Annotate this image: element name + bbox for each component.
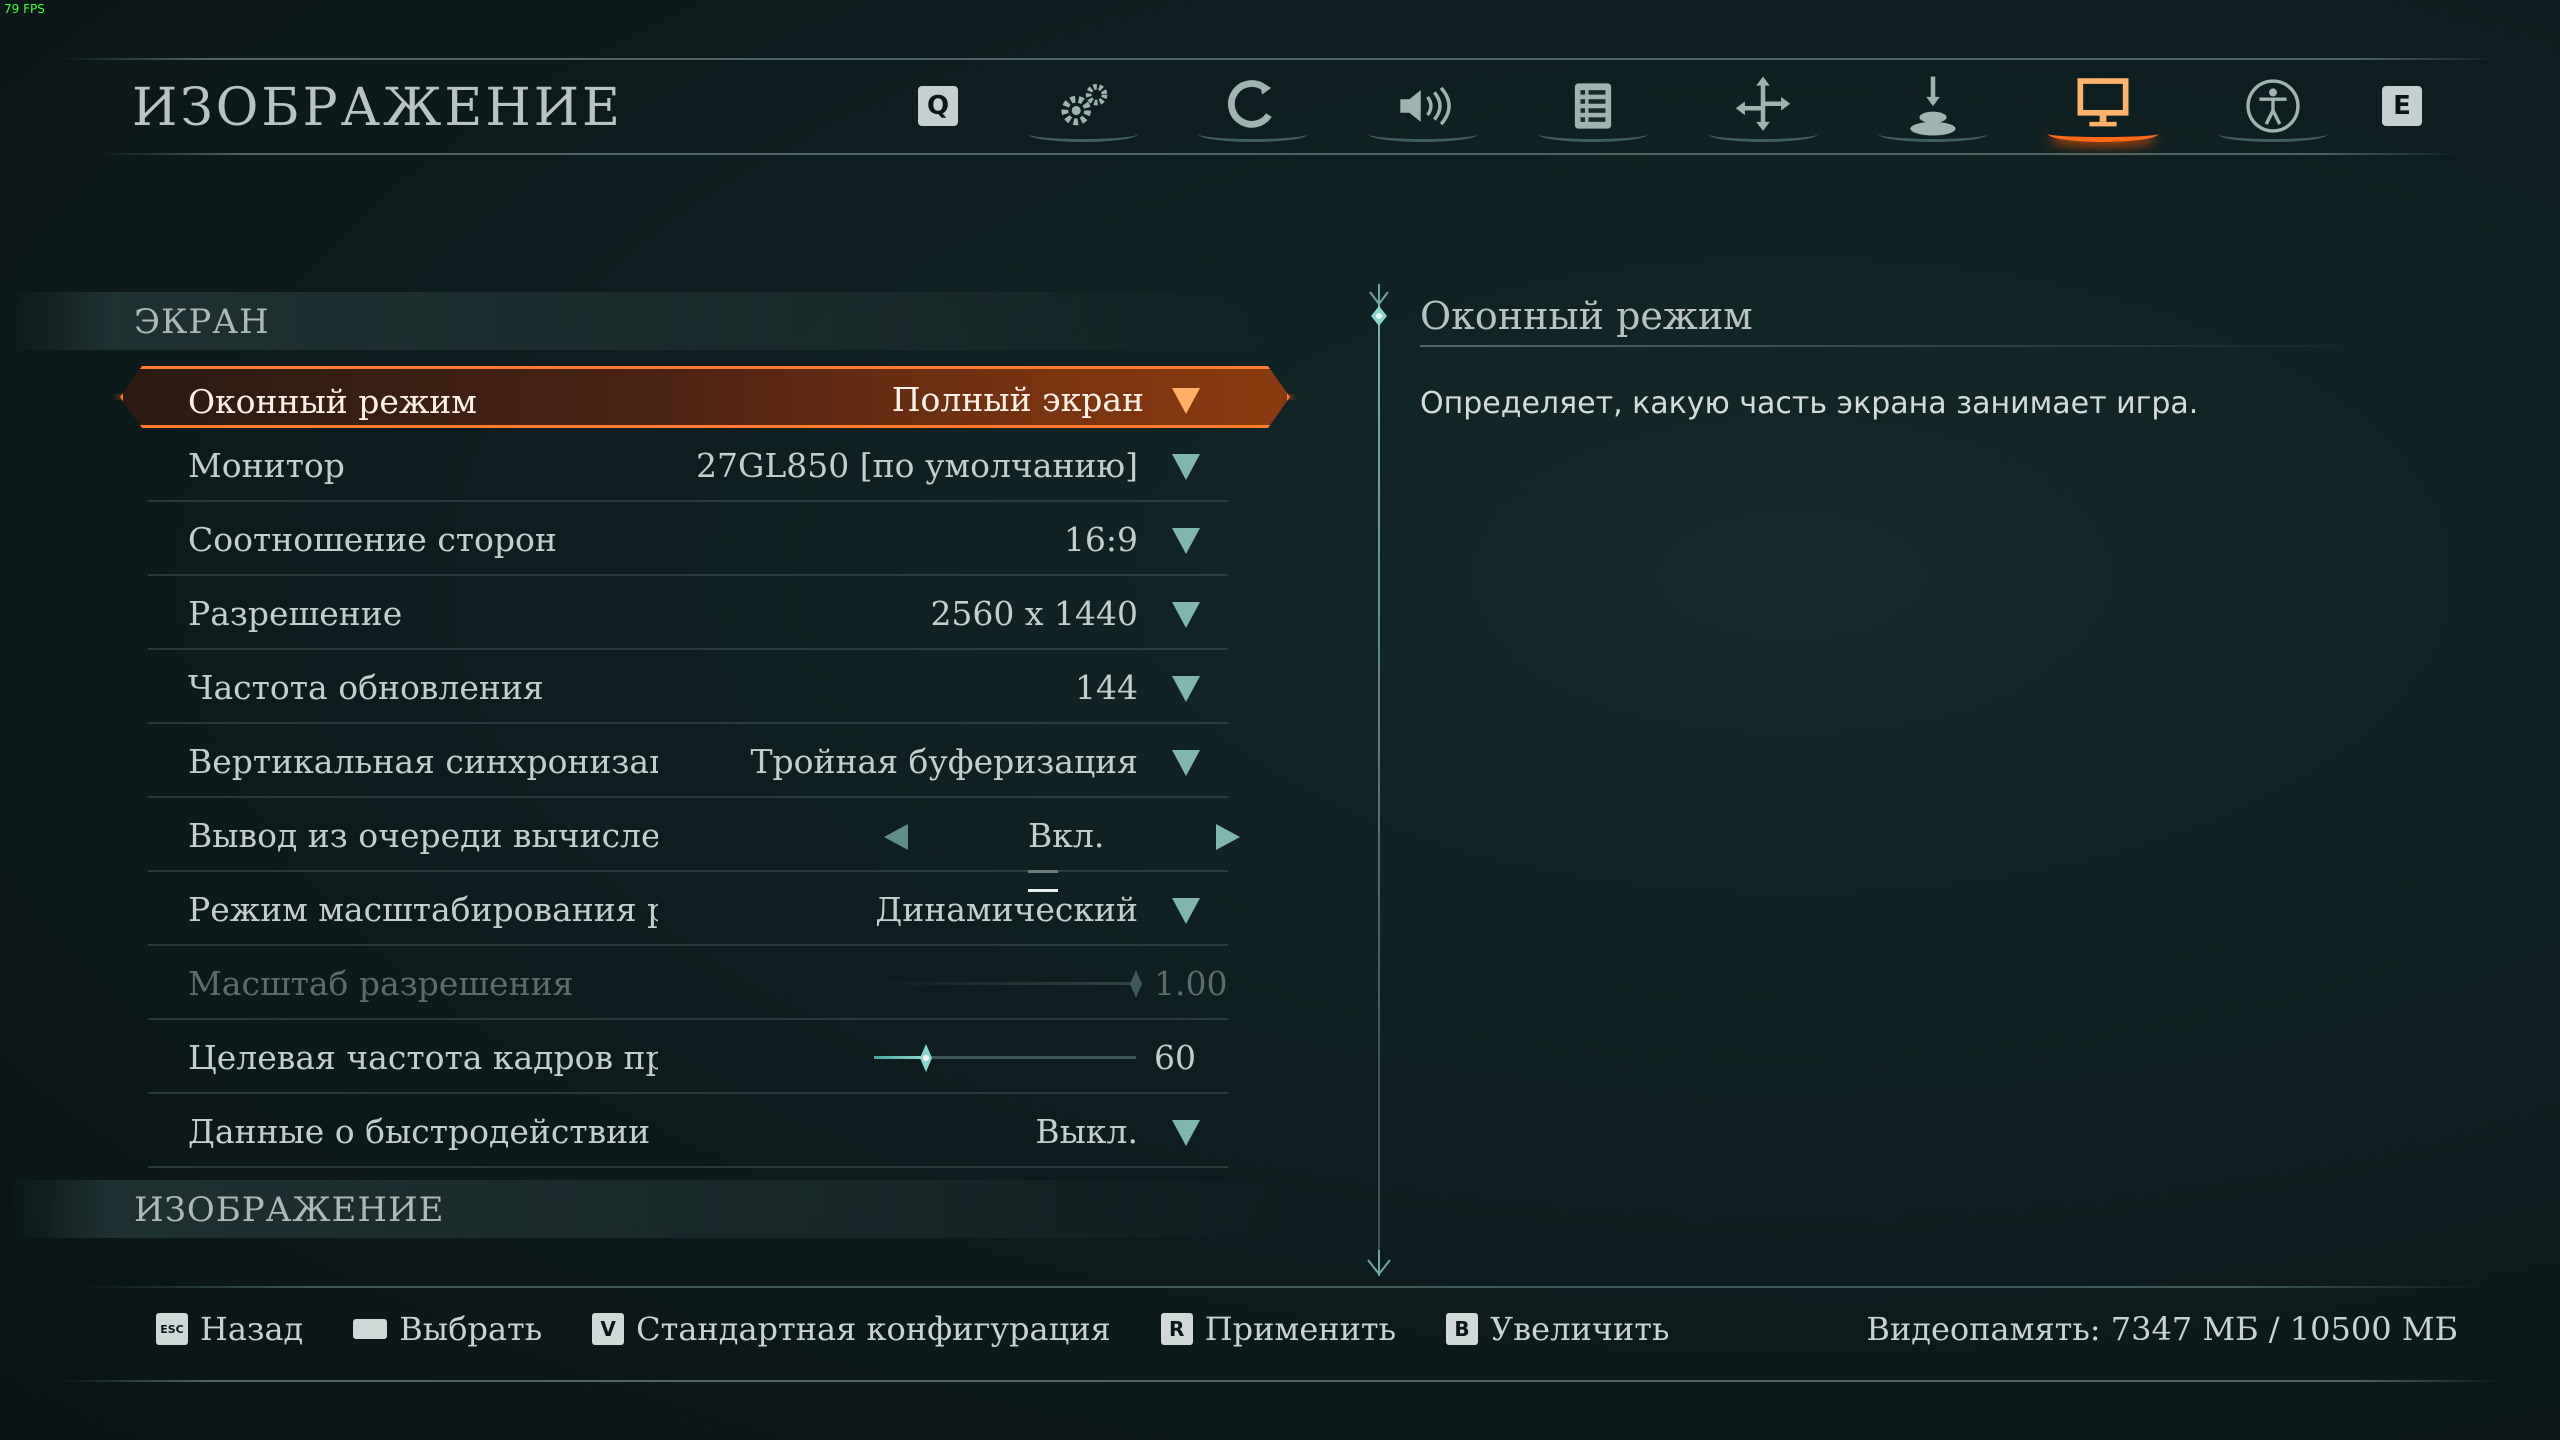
- space-key-icon: [353, 1319, 388, 1339]
- setting-label: Вывод из очереди вычислени: [188, 816, 658, 855]
- setting-row-aspect-ratio[interactable]: Соотношение сторон 16:9: [148, 504, 1228, 576]
- tab-gameplay[interactable]: [998, 66, 1168, 146]
- setting-label: Режим масштабирования разр: [188, 890, 658, 929]
- detail-title-underline: [1420, 345, 2380, 347]
- divider-ornament-icon: [1367, 1250, 1391, 1276]
- setting-label: Частота обновления: [188, 668, 544, 707]
- tab-accessibility[interactable]: [2188, 66, 2358, 146]
- detail-description: Определяет, какую часть экрана занимает …: [1420, 386, 2199, 421]
- slider-knob: [1130, 970, 1142, 998]
- section-header-image: ИЗОБРАЖЕНИЕ: [10, 1180, 1280, 1238]
- prev-tab-key[interactable]: Q: [918, 86, 958, 126]
- setting-value: Динамический: [875, 890, 1138, 929]
- dropdown-arrow-icon[interactable]: [1168, 892, 1204, 928]
- tab-input[interactable]: [1848, 66, 2018, 146]
- setting-row-vsync[interactable]: Вертикальная синхронизация Тройная буфер…: [148, 726, 1228, 798]
- tab-camera[interactable]: [1678, 66, 1848, 146]
- setting-row-window-mode[interactable]: Оконный режим Полный экран: [148, 366, 1228, 426]
- footer-hints: ESC Назад Выбрать V Стандартная конфигур…: [156, 1310, 1719, 1348]
- setting-label: Масштаб разрешения: [188, 964, 574, 1003]
- setting-value: 27GL850 [по умолчанию]: [696, 446, 1138, 485]
- apply-button[interactable]: R Применить: [1160, 1310, 1396, 1348]
- slider-value: 1.00: [1154, 964, 1228, 1003]
- dropdown-arrow-icon[interactable]: [1168, 1114, 1204, 1150]
- slider-knob[interactable]: [912, 1044, 940, 1072]
- setting-value: 2560 x 1440: [930, 594, 1138, 633]
- setting-label: Данные о быстродействии: [188, 1112, 651, 1151]
- dropdown-arrow-icon[interactable]: [1168, 744, 1204, 780]
- setting-row-target-framerate[interactable]: Целевая частота кадров при 60: [148, 1022, 1228, 1094]
- dropdown-arrow-icon[interactable]: [1168, 596, 1204, 632]
- setting-row-resolution-scale: Масштаб разрешения 1.00: [148, 948, 1228, 1020]
- back-button[interactable]: ESC Назад: [156, 1310, 303, 1348]
- next-tab-key[interactable]: E: [2382, 86, 2422, 126]
- slider-track: [874, 982, 1136, 985]
- setting-label: Монитор: [188, 446, 345, 485]
- setting-value: Выкл.: [1035, 1112, 1138, 1151]
- b-key-icon: B: [1446, 1313, 1479, 1345]
- settings-tab-bar: Q E: [918, 66, 2422, 146]
- top-frame-line: [60, 58, 2500, 60]
- esc-key-icon: ESC: [156, 1313, 188, 1345]
- page-title: ИЗОБРАЖЕНИЕ: [132, 78, 623, 138]
- detail-title: Оконный режим: [1420, 294, 1753, 338]
- setting-label: Целевая частота кадров при: [188, 1038, 658, 1077]
- dropdown-arrow-icon[interactable]: [1168, 448, 1204, 484]
- v-key-icon: V: [592, 1313, 625, 1345]
- vram-usage: Видеопамять: 7347 МБ / 10500 МБ: [1866, 1310, 2458, 1348]
- tab-hud[interactable]: [1508, 66, 1678, 146]
- header-divider: [100, 153, 2460, 155]
- setting-label: Разрешение: [188, 594, 403, 633]
- slider-value: 60: [1154, 1038, 1196, 1077]
- setting-label: Вертикальная синхронизация: [188, 742, 658, 781]
- tab-display[interactable]: [2018, 66, 2188, 146]
- divider-ornament-icon: [1369, 284, 1389, 326]
- toggle-indicator: [1028, 858, 1098, 892]
- dropdown-arrow-icon[interactable]: [1168, 670, 1204, 706]
- setting-value: Вкл.: [1028, 816, 1105, 855]
- fps-counter: 79 FPS: [4, 2, 45, 16]
- tab-audio[interactable]: [1338, 66, 1508, 146]
- setting-row-async-compute[interactable]: Вывод из очереди вычислени Вкл.: [148, 800, 1240, 892]
- setting-value: 16:9: [1063, 520, 1138, 559]
- setting-value: 144: [1075, 668, 1138, 707]
- defaults-button[interactable]: V Стандартная конфигурация: [592, 1310, 1111, 1348]
- setting-row-performance-data[interactable]: Данные о быстродействии Выкл.: [148, 1096, 1228, 1168]
- arrow-left-icon[interactable]: [880, 820, 914, 854]
- setting-row-resolution[interactable]: Разрешение 2560 x 1440: [148, 578, 1228, 650]
- setting-label: Соотношение сторон: [188, 520, 557, 559]
- select-button[interactable]: Выбрать: [353, 1310, 542, 1348]
- dropdown-arrow-icon[interactable]: [1168, 522, 1204, 558]
- bottom-frame-line: [60, 1380, 2500, 1382]
- setting-row-refresh-rate[interactable]: Частота обновления 144: [148, 652, 1228, 724]
- footer-divider: [80, 1286, 2480, 1288]
- r-key-icon: R: [1160, 1313, 1193, 1345]
- zoom-button[interactable]: B Увеличить: [1446, 1310, 1669, 1348]
- tab-controls[interactable]: [1168, 66, 1338, 146]
- vertical-divider: [1378, 300, 1380, 1260]
- arrow-right-icon[interactable]: [1210, 820, 1244, 854]
- section-header-screen: ЭКРАН: [10, 292, 1280, 350]
- setting-label: Оконный режим: [188, 382, 477, 421]
- setting-row-monitor[interactable]: Монитор 27GL850 [по умолчанию]: [148, 430, 1228, 502]
- dropdown-arrow-icon[interactable]: [1168, 382, 1204, 418]
- setting-value: Тройная буферизация: [750, 742, 1138, 781]
- setting-row-upscaling-mode[interactable]: Режим масштабирования разр Динамический: [148, 874, 1228, 946]
- setting-value: Полный экран: [891, 380, 1144, 419]
